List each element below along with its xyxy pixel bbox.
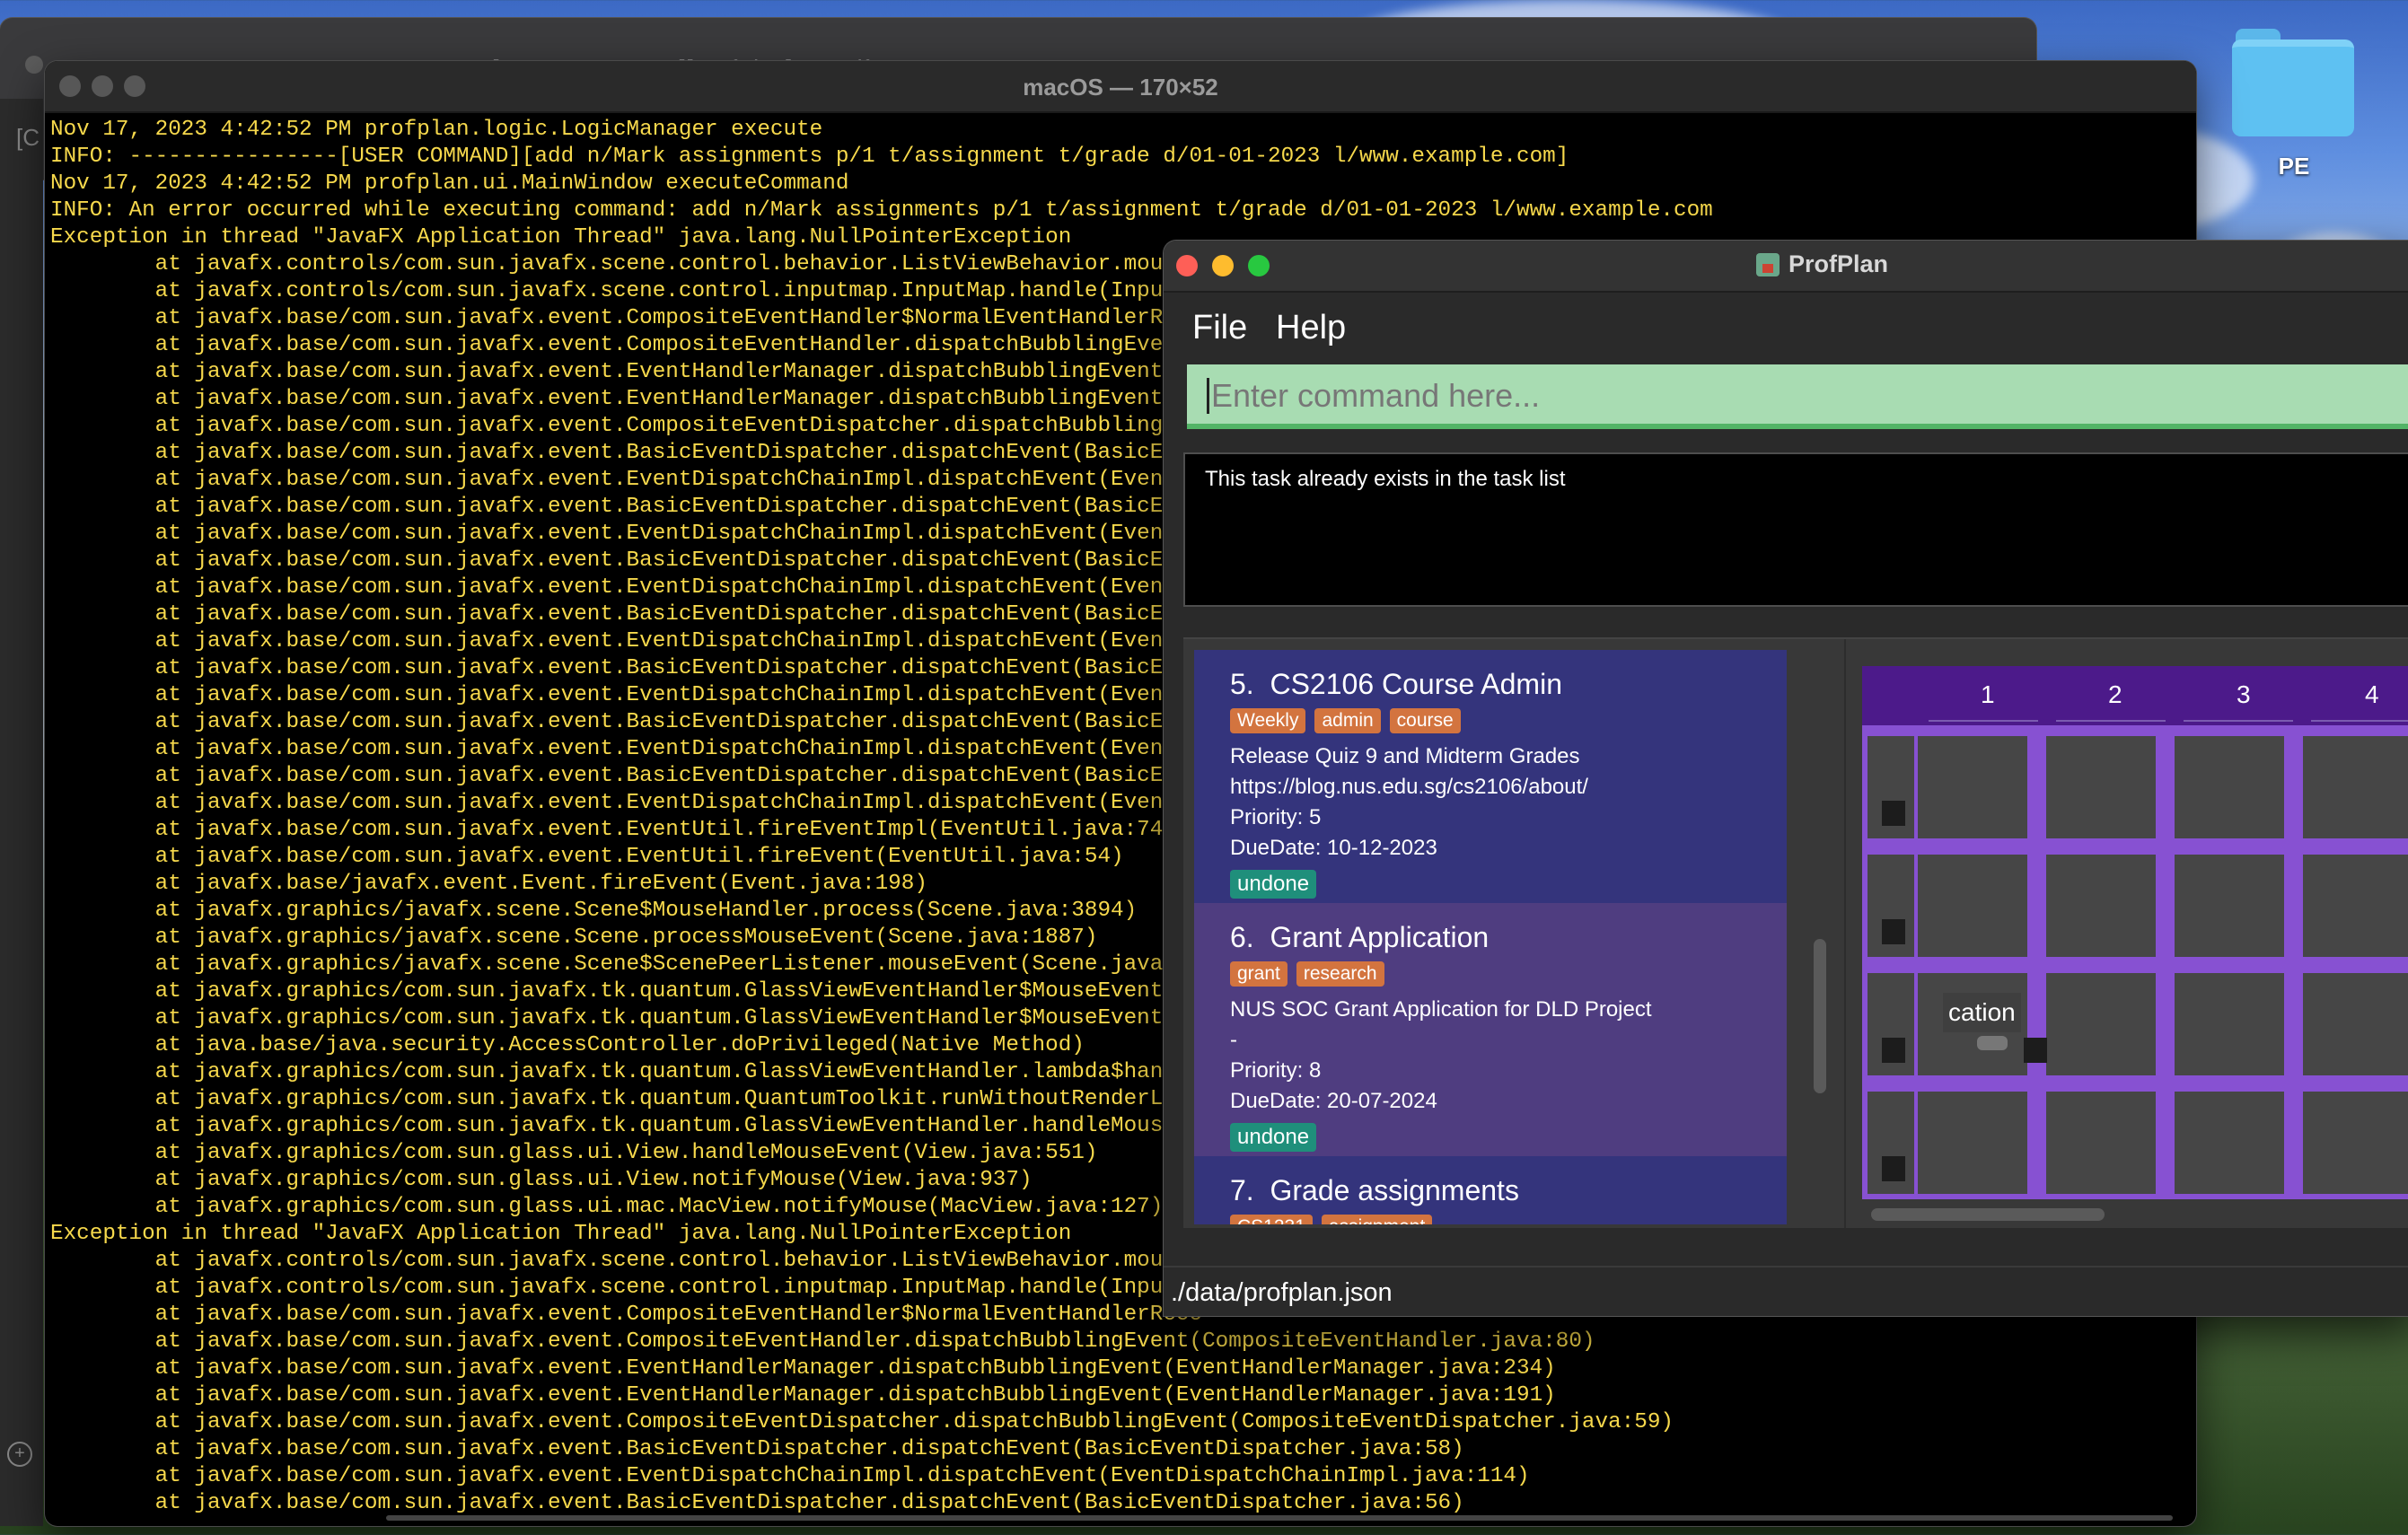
terminal-line: at javafx.base/com.sun.javafx.event.Even… (50, 1383, 1556, 1408)
calendar-cell[interactable] (2046, 855, 2156, 957)
task-priority: Priority: 5 (1230, 805, 1322, 829)
calendar-scrollbar[interactable] (1871, 1208, 2105, 1221)
folder-icon[interactable] (2232, 23, 2354, 136)
calendar-cell[interactable] (2303, 1092, 2408, 1194)
calendar-cell[interactable] (1918, 1092, 2027, 1194)
task-name: 7. Grade assignments (1230, 1174, 1519, 1206)
calendar-marker (1882, 1156, 1905, 1181)
terminal-line: INFO: An error occurred while executing … (50, 198, 1713, 223)
calendar-cell[interactable] (2175, 855, 2284, 957)
zoom-button[interactable] (1248, 255, 1270, 276)
task-tag: assignment (1321, 1215, 1433, 1224)
calendar-cell[interactable] (2046, 1092, 2156, 1194)
pdf-close-button[interactable] (25, 56, 43, 74)
calendar-cell[interactable] (2175, 973, 2284, 1075)
task-tag: CS1231 (1230, 1215, 1313, 1224)
menu-help[interactable]: Help (1276, 309, 1346, 347)
profplan-window: ProfPlan File Help Enter command here...… (1164, 241, 2408, 1316)
pdf-sidebar-label: [C (16, 124, 40, 151)
terminal-line: at javafx.base/com.sun.javafx.event.Comp… (50, 1410, 1674, 1434)
calendar-cell[interactable] (2175, 736, 2284, 838)
task-card[interactable]: 5. CS2106 Course Admin Weekly admin course… (1194, 650, 1787, 903)
calendar-event-chip (1977, 1036, 2008, 1050)
calendar-header-underline (2311, 720, 2408, 722)
calendar-cell[interactable] (2303, 973, 2408, 1075)
calendar-cell[interactable] (2303, 736, 2408, 838)
calendar-cell[interactable] (2046, 973, 2156, 1075)
result-display: This task already exists in the task lis… (1183, 452, 2408, 607)
calendar-cell[interactable] (2303, 855, 2408, 957)
task-status-badge: undone (1230, 1123, 1317, 1152)
task-tag: admin (1314, 708, 1381, 733)
minimize-button[interactable] (1212, 255, 1234, 276)
calendar-header-underline (2184, 720, 2293, 722)
calendar-cell[interactable] (1918, 736, 2027, 838)
calendar-day-header: 3 (2237, 680, 2251, 708)
command-input[interactable]: Enter command here... (1187, 364, 2408, 429)
menu-file[interactable]: File (1192, 309, 1247, 347)
terminal-scrollbar[interactable] (386, 1515, 2173, 1521)
calendar-header-underline (1929, 720, 2038, 722)
terminal-line: at javafx.base/com.sun.javafx.event.Even… (50, 1464, 1530, 1488)
terminal-line: at javafx.base/com.sun.javafx.event.Even… (50, 1356, 1556, 1381)
status-bar-file-path: ./data/profplan.json (1164, 1266, 2408, 1316)
calendar-marker (1882, 801, 1905, 826)
task-priority: Priority: 8 (1230, 1058, 1322, 1083)
task-due-date: DueDate: 20-07-2024 (1230, 1089, 1437, 1113)
calendar-header: 1 2 3 4 (1862, 666, 2408, 725)
panel-divider[interactable] (1844, 639, 1846, 1228)
calendar-cell[interactable] (2046, 736, 2156, 838)
terminal-line: Nov 17, 2023 4:42:52 PM profplan.ui.Main… (50, 171, 849, 196)
calendar-cell[interactable] (1918, 855, 2027, 957)
terminal-line: Nov 17, 2023 4:42:52 PM profplan.logic.L… (50, 118, 823, 142)
calendar-view[interactable]: 1 2 3 4 cation (1862, 666, 2408, 1199)
calendar-event-label: cation (1943, 993, 2021, 1032)
task-list-scrollbar[interactable] (1814, 939, 1826, 1093)
calendar-day-header: 4 (2365, 680, 2379, 708)
task-description: NUS SOC Grant Application for DLD Projec… (1230, 997, 1652, 1022)
calendar-day-header: 1 (1981, 680, 1995, 708)
calendar-marker (1882, 919, 1905, 944)
calendar-header-underline (2056, 720, 2166, 722)
command-placeholder: Enter command here... (1211, 377, 1541, 414)
task-name: 6. Grant Application (1230, 921, 1490, 953)
task-tag: research (1296, 961, 1384, 987)
add-icon[interactable]: + (7, 1442, 32, 1467)
task-card[interactable]: 6. Grant Application grant research NUS S… (1194, 903, 1787, 1156)
app-title: ProfPlan (1756, 250, 1888, 278)
task-tag: grant (1230, 961, 1287, 987)
task-due-date: DueDate: 10-12-2023 (1230, 836, 1437, 860)
terminal-line: INFO: ----------------[USER COMMAND][add… (50, 145, 1569, 169)
calendar-marker (1882, 1038, 1905, 1063)
terminal-line: at javafx.base/com.sun.javafx.event.Basi… (50, 1437, 1464, 1461)
terminal-line: at javafx.base/com.sun.javafx.event.Comp… (50, 1329, 1595, 1354)
task-card[interactable]: 7. Grade assignments CS1231 assignment (1194, 1156, 1787, 1224)
task-description: Release Quiz 9 and Midterm Grades (1230, 744, 1580, 768)
task-tag: course (1389, 708, 1461, 733)
task-name: 5. CS2106 Course Admin (1230, 668, 1562, 700)
main-panels: 5. CS2106 Course Admin Weekly admin course… (1183, 637, 2408, 1228)
app-logo-icon (1756, 253, 1780, 276)
task-tag: Weekly (1230, 708, 1306, 733)
calendar-day-header: 2 (2108, 680, 2122, 708)
folder-label: PE (2278, 153, 2310, 180)
task-status-badge: undone (1230, 870, 1317, 899)
text-caret (1207, 378, 1209, 414)
pdf-sidebar (0, 99, 43, 1526)
terminal-title: macOS — 170×52 (1023, 74, 1218, 101)
profplan-titlebar: ProfPlan (1164, 241, 2408, 293)
terminal-titlebar: macOS — 170×52 (45, 61, 2196, 113)
task-link: - (1230, 1028, 1237, 1052)
terminal-line: at javafx.base/com.sun.javafx.event.Basi… (50, 1491, 1464, 1515)
task-link: https://blog.nus.edu.sg/cs2106/about/ (1230, 775, 1588, 799)
calendar-cell[interactable] (2175, 1092, 2284, 1194)
menu-bar (1164, 293, 2408, 364)
close-button[interactable] (1176, 255, 1198, 276)
calendar-marker (2024, 1038, 2047, 1063)
task-list[interactable]: 5. CS2106 Course Admin Weekly admin course… (1194, 650, 1787, 1224)
